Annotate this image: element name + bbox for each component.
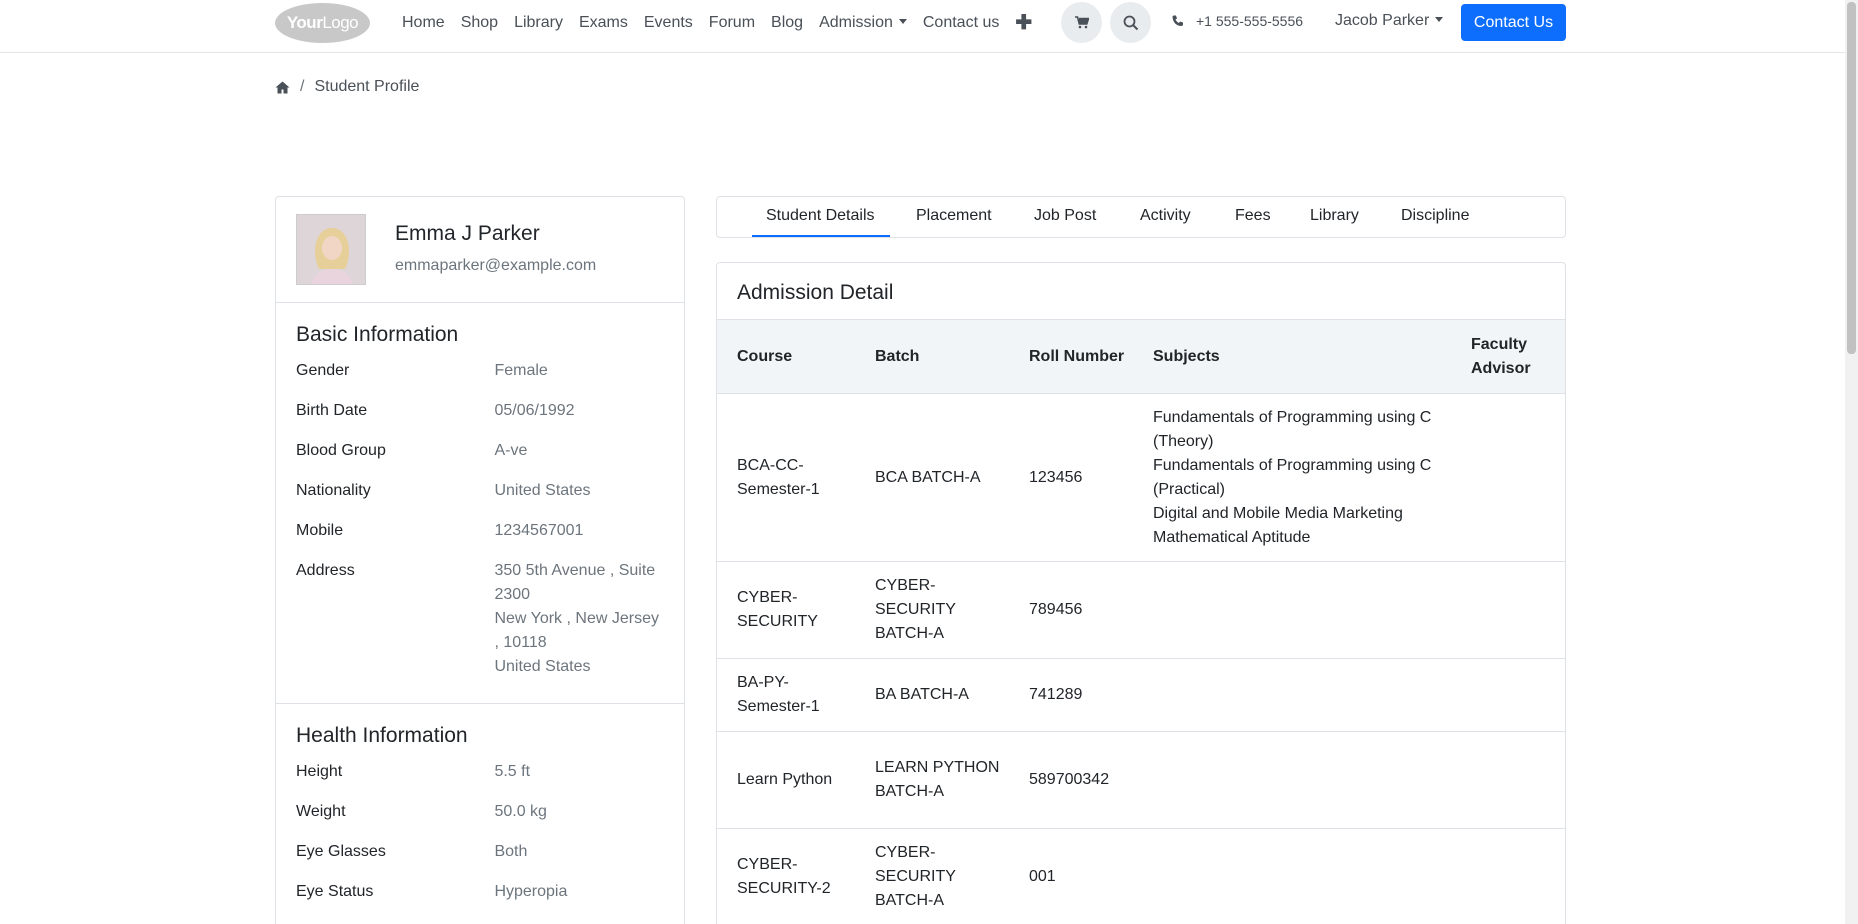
- tab-fees[interactable]: Fees: [1235, 207, 1271, 225]
- cart-icon: [1074, 16, 1089, 29]
- table-row: Learn Python LEARN PYTHON BATCH-A 589700…: [717, 731, 1565, 829]
- nav-link-events[interactable]: Events: [644, 14, 693, 32]
- scrollbar-thumb[interactable]: [1847, 2, 1856, 354]
- page-scrollbar[interactable]: [1845, 0, 1858, 924]
- info-row-mobile: Mobile 1234567001: [296, 522, 584, 539]
- tab-discipline[interactable]: Discipline: [1401, 207, 1469, 225]
- nav-link-blog[interactable]: Blog: [771, 14, 803, 32]
- admission-title: Admission Detail: [737, 281, 894, 304]
- tab-library[interactable]: Library: [1310, 207, 1359, 225]
- student-name: Emma J Parker: [395, 222, 540, 245]
- profile-header: Emma J Parker emmaparker@example.com: [276, 197, 684, 303]
- col-batch: Batch: [855, 319, 1009, 394]
- breadcrumb: / Student Profile: [275, 78, 419, 96]
- info-row-birth-date: Birth Date 05/06/1992: [296, 402, 575, 419]
- top-navbar: YourLogo Home Shop Library Exams Events …: [0, 0, 1845, 53]
- col-roll-number: Roll Number: [1009, 319, 1133, 394]
- nav-link-shop[interactable]: Shop: [461, 14, 498, 32]
- info-row-blood-group: Blood Group A-ve: [296, 442, 528, 459]
- student-email: emmaparker@example.com: [395, 257, 597, 274]
- tab-job-post[interactable]: Job Post: [1034, 207, 1096, 225]
- col-faculty-advisor: Faculty Advisor: [1451, 319, 1565, 394]
- cart-button[interactable]: [1061, 2, 1102, 43]
- avatar: [296, 214, 366, 285]
- subjects-list: Fundamentals of Programming using C (The…: [1133, 393, 1451, 562]
- info-row-weight: Weight 50.0 kg: [296, 803, 547, 820]
- search-icon: [1123, 15, 1138, 30]
- site-logo[interactable]: YourLogo: [275, 3, 370, 43]
- info-row-eye-status: Eye Status Hyperopia: [296, 883, 568, 900]
- user-menu[interactable]: Jacob Parker: [1335, 12, 1444, 30]
- table-header-row: Course Batch Roll Number Subjects Facult…: [717, 319, 1565, 394]
- search-button[interactable]: [1110, 2, 1151, 43]
- breadcrumb-separator: /: [300, 78, 305, 95]
- tab-placement[interactable]: Placement: [916, 207, 992, 225]
- phone-contact[interactable]: +1 555-555-5556: [1172, 13, 1303, 29]
- nav-link-contact[interactable]: Contact us: [923, 14, 999, 32]
- info-row-eye-glasses: Eye Glasses Both: [296, 843, 528, 860]
- section-title: Basic Information: [296, 323, 459, 346]
- nav-link-forum[interactable]: Forum: [709, 14, 755, 32]
- plus-icon[interactable]: ✚: [1015, 10, 1032, 35]
- admission-table: Course Batch Roll Number Subjects Facult…: [717, 319, 1565, 924]
- table-row: CYBER-SECURITY-2 CYBER-SECURITY BATCH-A …: [717, 828, 1565, 924]
- col-course: Course: [717, 319, 855, 394]
- address-value: 350 5th Avenue , Suite 2300 New York , N…: [494, 562, 659, 675]
- nav-dropdown-admission[interactable]: Admission: [819, 14, 907, 32]
- home-icon[interactable]: [275, 81, 290, 94]
- table-row: BA-PY-Semester-1 BA BATCH-A 741289: [717, 658, 1565, 732]
- nav-link-home[interactable]: Home: [402, 14, 445, 32]
- breadcrumb-current: Student Profile: [314, 78, 420, 95]
- section-title: Health Information: [296, 724, 468, 747]
- info-row-gender: Gender Female: [296, 362, 548, 379]
- phone-icon: [1172, 15, 1183, 26]
- profile-tabs: Student Details Placement Job Post Activ…: [716, 196, 1566, 238]
- basic-information-section: Basic Information Gender Female Birth Da…: [276, 303, 684, 703]
- table-row: CYBER-SECURITY CYBER-SECURITY BATCH-A 78…: [717, 561, 1565, 659]
- info-row-nationality: Nationality United States: [296, 482, 591, 499]
- tab-activity[interactable]: Activity: [1140, 207, 1191, 225]
- nav-link-library[interactable]: Library: [514, 14, 563, 32]
- profile-card: Emma J Parker emmaparker@example.com Bas…: [275, 196, 685, 924]
- table-row: BCA-CC-Semester-1 BCA BATCH-A 123456 Fun…: [717, 393, 1565, 562]
- info-row-height: Height 5.5 ft: [296, 763, 531, 780]
- tab-student-details[interactable]: Student Details: [752, 207, 889, 237]
- nav-link-exams[interactable]: Exams: [579, 14, 628, 32]
- nav-menu: Home Shop Library Exams Events Forum Blo…: [402, 0, 1048, 45]
- info-row-address: Address 350 5th Avenue , Suite 2300 New …: [296, 559, 664, 679]
- caret-down-icon: [1435, 17, 1444, 22]
- health-information-section: Health Information Height 5.5 ft Weight …: [276, 704, 684, 924]
- col-subjects: Subjects: [1133, 319, 1451, 394]
- contact-us-button[interactable]: Contact Us: [1461, 4, 1566, 41]
- admission-detail-card: Admission Detail Course Batch Roll Numbe…: [716, 262, 1566, 924]
- caret-down-icon: [898, 18, 907, 24]
